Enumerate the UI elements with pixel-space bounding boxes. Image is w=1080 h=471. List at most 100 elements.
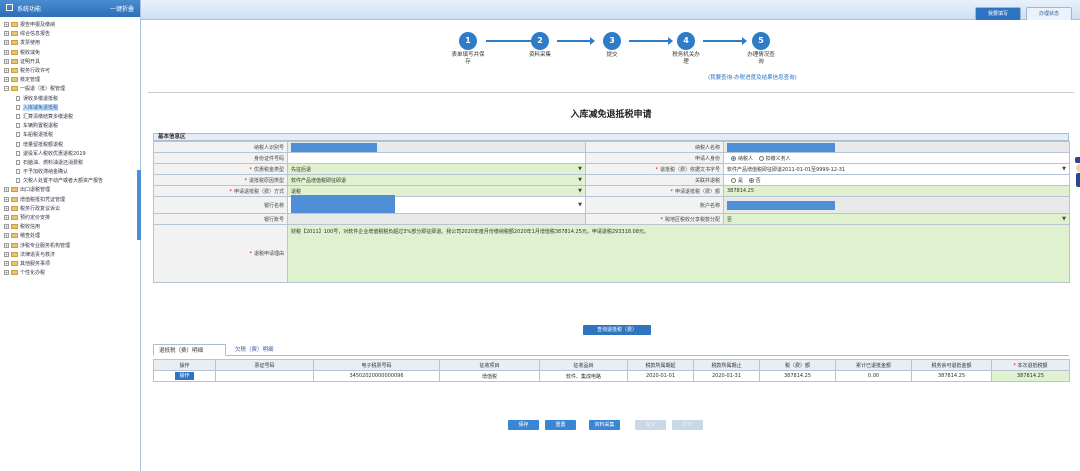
sidebar-item[interactable]: + 综合信息报告 [0,29,140,38]
sidebar-item[interactable]: 入库减免退抵税 [0,103,140,112]
expand-icon[interactable]: + [4,40,9,46]
assistant-avatar-icon[interactable] [1072,155,1080,189]
sidebar-item[interactable]: + 发票使用 [0,38,140,47]
expand-icon[interactable]: + [4,215,9,221]
folder-icon [11,22,18,28]
sidebar-item[interactable]: 车船税退抵税 [0,130,140,139]
expand-icon[interactable]: + [4,251,9,257]
expand-icon[interactable]: + [4,242,9,248]
sidebar-item[interactable]: + 报告申报及缴纳 [0,20,140,29]
bank-name-select[interactable]: ▼ [287,195,586,214]
expand-icon[interactable]: + [4,205,9,211]
sidebar-item[interactable]: + 增值税抵扣凭证管理 [0,195,140,204]
caret-down-icon: ▼ [1062,166,1066,172]
cross-region-select[interactable]: 否 ▼ [723,213,1070,225]
sidebar-item-label: 增值税抵扣凭证管理 [20,196,66,203]
expand-icon[interactable]: + [4,260,9,266]
column-header: 操作 [153,359,216,371]
step-number: 4 [677,32,695,50]
reset-button[interactable]: 重置 [545,420,576,430]
expand-icon[interactable]: + [4,22,9,28]
sidebar-item[interactable]: + 税收信用 [0,222,140,231]
reduction-type-select[interactable]: 先征后退 ▼ [287,163,586,175]
sidebar-item-label: 税务行政复议诉讼 [20,205,61,212]
collect-button[interactable]: 资料采集 [589,420,620,430]
grid-icon [6,4,13,11]
expand-icon[interactable]: + [4,68,9,74]
folder-icon [11,260,18,266]
applicant-id-field: 纳税人 扣缴义务人 [723,152,1070,164]
id-doc-field[interactable] [287,152,586,164]
doc-no-select[interactable]: 软件产品增值税即征即退2011-01-01至9999-12-31 ▼ [723,163,1070,175]
sidebar-item[interactable]: + 个性化办税 [0,268,140,277]
expand-icon[interactable]: + [4,58,9,64]
radio-yes[interactable] [731,177,736,183]
sidebar-item[interactable]: 增量留抵税额退税 [0,139,140,148]
progress-query-link[interactable]: (我要查询-办税进度及结果信息查询) [708,73,797,81]
save-button[interactable]: 保存 [508,420,539,430]
sidebar-item[interactable]: + 涉税专业服务机构管理 [0,241,140,250]
sidebar-item-label: 其他服务事项 [20,260,51,267]
column-header: 累计已退抵金额 [835,359,912,371]
sidebar-item[interactable]: + 证明开具 [0,57,140,66]
sidebar-item[interactable]: 石脑油、燃料油退还消费税 [0,158,140,167]
sidebar-item[interactable]: + 税务行政许可 [0,66,140,75]
sidebar-item[interactable]: + 出口退税管理 [0,185,140,194]
sidebar-item[interactable]: 误收多缴退抵税 [0,94,140,103]
step-number: 2 [531,32,549,50]
expand-icon[interactable]: + [4,224,9,230]
reason-type-select[interactable]: 软件产品增值税即征即退 ▼ [287,174,586,186]
sidebar-item[interactable]: + 法律追责与救济 [0,250,140,259]
function-tree: + 报告申报及缴纳 + 综合信息报告 + 发票使用 + 税收减免 + 证明开具 + 税务行政许可 + 核定… [0,17,140,277]
sidebar-item[interactable]: 不予加收滞纳金确认 [0,167,140,176]
joint-refund-label: 关联并退税 [585,174,724,186]
sidebar-item[interactable]: + 稽查处理 [0,231,140,240]
redacted-block [291,195,395,213]
document-icon [16,178,20,184]
redacted-block [727,200,835,210]
sidebar-item[interactable]: + 税务行政复议诉讼 [0,204,140,213]
radio-taxpayer[interactable] [731,155,736,161]
print-button[interactable]: 打印 [672,420,703,430]
document-icon [16,132,20,138]
expand-icon[interactable]: + [4,31,9,37]
sidebar-item[interactable]: 车辆购置税退税 [0,121,140,130]
radio-withholder[interactable] [758,155,764,161]
caret-down-icon: ▼ [578,166,582,172]
cell-eticket: 34502020000000096 [313,370,440,382]
cell-current-input[interactable]: 387814.25 [991,370,1070,382]
basic-info-form: 纳税人识别号 纳税人名称 身份证件号码 申请人身份 纳税人 扣缴义务人 * 优惠税… [153,141,1070,283]
sidebar-scrollbar[interactable] [137,170,141,240]
sidebar-item[interactable]: + 其他服务事项 [0,259,140,268]
collapse-icon[interactable]: − [4,86,9,92]
submit-button[interactable]: 提交 [635,420,666,430]
sidebar-item[interactable]: − 一般退（抵）税管理 [0,84,140,93]
expand-icon[interactable]: + [4,49,9,55]
expand-icon[interactable]: + [4,233,9,239]
amount-field[interactable]: 387814.25 [723,185,1070,197]
sidebar-item[interactable]: 欠税人处置不动产或者大额资产报告 [0,176,140,185]
tab-status[interactable]: 办理状态 [1026,7,1072,20]
redacted-block [727,142,835,152]
expand-icon[interactable]: + [4,270,9,276]
sidebar-item[interactable]: 退役军人税收优惠退税2019 [0,149,140,158]
query-refund-button[interactable]: 查询退抵税（费） [583,325,651,335]
expand-icon[interactable]: + [4,196,9,202]
tab-fill-in[interactable]: 我要填写 [975,7,1021,20]
caret-down-icon: ▼ [1062,216,1066,222]
radio-no[interactable] [748,177,754,183]
sidebar-item[interactable]: 汇算清缴结算多缴退税 [0,112,140,121]
tab-arrears-detail[interactable]: 欠税（费）明细 [230,344,279,356]
collapse-all-button[interactable]: 一键折叠 [110,4,134,13]
sidebar-item[interactable]: + 税收减免 [0,48,140,57]
expand-icon[interactable]: + [4,77,9,83]
sidebar-item-label: 涉税专业服务机构管理 [20,242,71,249]
step-label: 办理情况查询 [747,52,775,65]
column-header: 本次退抵税额 [991,359,1070,371]
sidebar-item[interactable]: + 核定管理 [0,75,140,84]
reason-textarea[interactable]: 财税【2011】100号，对软件企业增值税税负超过3%部分即征即退。我公司202… [287,224,1070,283]
tab-refund-detail[interactable]: 退抵税（费）明细 [153,344,226,356]
sidebar-item[interactable]: + 预约定价安排 [0,213,140,222]
expand-icon[interactable]: + [4,187,9,193]
row-op-button[interactable]: 操作 [175,372,194,380]
